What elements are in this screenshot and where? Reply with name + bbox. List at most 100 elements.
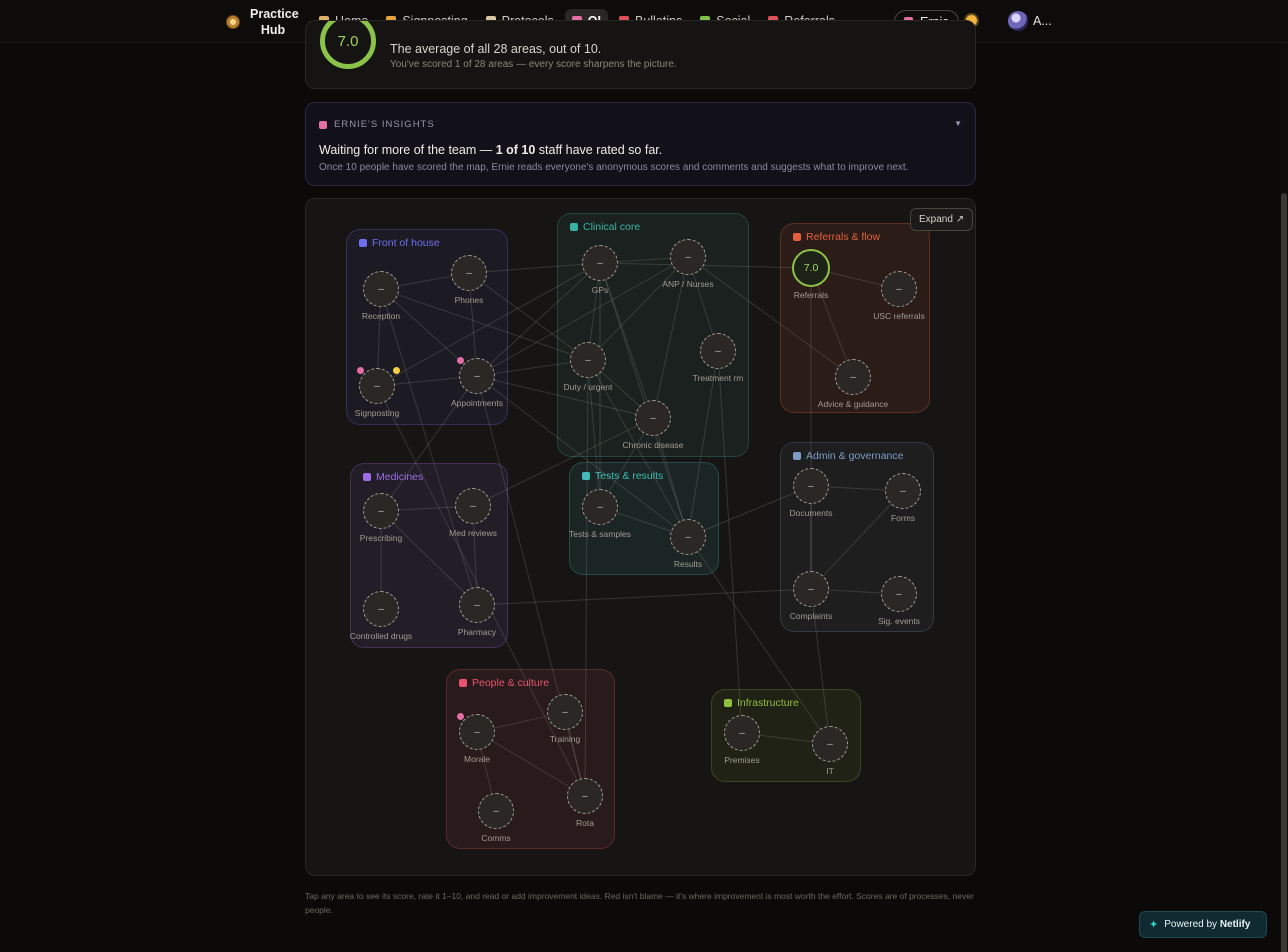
scrollbar[interactable] xyxy=(1280,43,1288,952)
area-node-sigevents[interactable]: – xyxy=(881,576,917,612)
area-score: – xyxy=(597,501,603,513)
area-node-chronic[interactable]: – xyxy=(635,400,671,436)
expand-button[interactable]: Expand ↗ xyxy=(910,208,974,231)
overall-score-value: 7.0 xyxy=(337,32,359,50)
netlify-icon: ✦ xyxy=(1149,919,1159,931)
area-node-appointments[interactable]: – xyxy=(459,358,495,394)
area-node-medreviews[interactable]: – xyxy=(455,488,491,524)
area-label: Phones xyxy=(454,295,484,305)
insights-explanation: Once 10 people have scored the map, Erni… xyxy=(319,162,909,173)
area-node-premises[interactable]: – xyxy=(724,715,760,751)
area-score: – xyxy=(597,257,603,269)
area-label: GPs xyxy=(591,285,609,295)
ernie-insights-panel: ERNIE'S INSIGHTS ▼ Waiting for more of t… xyxy=(305,102,976,186)
area-score: – xyxy=(474,726,480,738)
scrollbar-thumb[interactable] xyxy=(1281,193,1287,952)
area-node-documents[interactable]: – xyxy=(793,468,829,504)
overall-score-description: The average of all 28 areas, out of 10. xyxy=(390,42,602,56)
area-node-forms[interactable]: – xyxy=(885,473,921,509)
area-node-comms[interactable]: – xyxy=(478,793,514,829)
netlify-badge-label: Powered by Netlify xyxy=(1164,919,1250,930)
area-label: Referrals xyxy=(793,290,829,300)
area-node-prescribing[interactable]: – xyxy=(363,493,399,529)
link-results-it xyxy=(687,536,831,745)
map-links xyxy=(376,256,904,812)
area-node-usc[interactable]: – xyxy=(881,271,917,307)
area-node-treatment[interactable]: – xyxy=(700,333,736,369)
area-label: ANP / Nurses xyxy=(662,279,714,289)
area-label: Rota xyxy=(576,818,594,828)
area-node-rota[interactable]: – xyxy=(567,778,603,814)
area-label: Advice & guidance xyxy=(817,399,889,409)
area-node-it[interactable]: – xyxy=(812,726,848,762)
area-node-controlled[interactable]: – xyxy=(363,591,399,627)
area-score: – xyxy=(474,370,480,382)
area-score: – xyxy=(715,345,721,357)
collapse-caret-icon[interactable]: ▼ xyxy=(954,119,962,128)
area-node-training[interactable]: – xyxy=(547,694,583,730)
area-node-results[interactable]: – xyxy=(670,519,706,555)
area-label: Controlled drugs xyxy=(349,631,413,641)
area-score: – xyxy=(474,599,480,611)
insights-status-count: 1 of 10 xyxy=(495,143,536,157)
area-score: – xyxy=(378,603,384,615)
area-label: Duty / urgent xyxy=(563,382,613,392)
area-label: Morale xyxy=(464,754,490,764)
area-score: – xyxy=(470,500,476,512)
area-label: Comms xyxy=(481,833,511,843)
area-score: – xyxy=(900,485,906,497)
area-score: – xyxy=(808,480,814,492)
area-score: – xyxy=(378,283,384,295)
area-node-anp[interactable]: – xyxy=(670,239,706,275)
area-node-morale[interactable]: – xyxy=(459,714,495,750)
area-score: – xyxy=(827,738,833,750)
link-reception-duty xyxy=(380,288,589,361)
area-node-complaints[interactable]: – xyxy=(793,571,829,607)
area-score: – xyxy=(685,251,691,263)
focus-target-icon xyxy=(457,357,464,364)
area-label: Reception xyxy=(361,311,401,321)
area-label: Sig. events xyxy=(877,616,921,626)
netlify-name: Netlify xyxy=(1219,919,1251,930)
link-forms-complaints xyxy=(810,490,904,590)
avatar[interactable] xyxy=(1008,11,1028,31)
area-node-signposting[interactable]: – xyxy=(359,368,395,404)
link-gps-referrals xyxy=(599,262,812,269)
overall-score-card: 7.0 The average of all 28 areas, out of … xyxy=(305,20,976,89)
area-node-referrals[interactable]: 7.0 xyxy=(792,249,830,287)
area-label: Results xyxy=(673,559,703,569)
area-label: Appointments xyxy=(451,398,503,408)
area-score: 7.0 xyxy=(803,262,819,274)
area-score: – xyxy=(685,531,691,543)
focus-target-icon xyxy=(457,713,464,720)
insights-status-prefix: Waiting for more of the team — xyxy=(319,143,496,157)
area-label: Treatment rm xyxy=(692,373,744,383)
area-score: – xyxy=(374,380,380,392)
area-node-tests[interactable]: – xyxy=(582,489,618,525)
idea-bulb-icon xyxy=(393,367,400,374)
map-help-text: Tap any area to see its score, rate it 1… xyxy=(305,891,974,915)
area-node-phones[interactable]: – xyxy=(451,255,487,291)
area-score: – xyxy=(378,505,384,517)
area-node-reception[interactable]: – xyxy=(363,271,399,307)
overall-score-progress: You've scored 1 of 28 areas — every scor… xyxy=(390,59,677,70)
area-node-gps[interactable]: – xyxy=(582,245,618,281)
practice-hub-logo-icon xyxy=(226,15,240,29)
brand[interactable]: Practice Hub xyxy=(226,5,299,39)
area-score: – xyxy=(562,706,568,718)
area-score: – xyxy=(739,727,745,739)
ernie-robot-icon xyxy=(319,120,327,129)
area-score: – xyxy=(896,588,902,600)
area-node-pharmacy[interactable]: – xyxy=(459,587,495,623)
area-node-advice[interactable]: – xyxy=(835,359,871,395)
area-score: – xyxy=(493,805,499,817)
focus-target-icon xyxy=(357,367,364,374)
brand-title: Practice Hub xyxy=(250,7,299,37)
user-name[interactable]: A... xyxy=(1033,14,1052,28)
qi-area-map: Front of house Clinical core Referrals & f… xyxy=(305,198,976,876)
area-label: IT xyxy=(826,766,834,776)
netlify-badge[interactable]: ✦ Powered by Netlify xyxy=(1139,911,1267,938)
area-score: – xyxy=(650,412,656,424)
area-node-duty[interactable]: – xyxy=(570,342,606,378)
area-label: Chronic disease xyxy=(622,440,684,450)
